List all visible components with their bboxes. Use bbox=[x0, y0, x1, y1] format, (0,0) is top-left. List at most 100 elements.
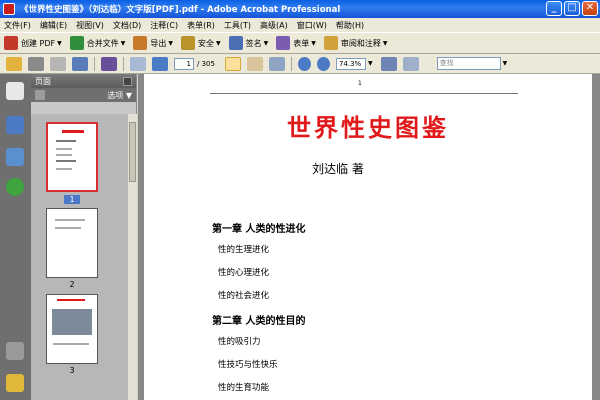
close-panel-icon[interactable] bbox=[123, 76, 132, 86]
chevron-down-icon: ▼ bbox=[263, 39, 269, 47]
chevron-down-icon: ▼ bbox=[216, 39, 221, 47]
acrobat-app-icon[interactable] bbox=[3, 3, 15, 15]
chevron-down-icon: ▼ bbox=[57, 39, 62, 47]
page-thumbnail[interactable] bbox=[46, 208, 98, 278]
section-item: 性技巧与性快乐 bbox=[218, 360, 278, 370]
combine-files-icon bbox=[69, 36, 84, 50]
chapter-heading: 第二章 人类的性目的 bbox=[212, 316, 306, 327]
menu-advanced[interactable]: 高级(A) bbox=[260, 20, 288, 31]
zoom-out-icon[interactable] bbox=[297, 56, 311, 71]
email-icon[interactable] bbox=[72, 56, 88, 71]
window-title: 《世界性史图鉴》（刘达临）文字版[PDF].pdf - Adobe Acroba… bbox=[20, 5, 341, 15]
open-folder-icon[interactable] bbox=[6, 56, 22, 71]
chapter-heading: 第一章 人类的性进化 bbox=[212, 224, 306, 235]
create-pdf-label: 创建 PDF bbox=[21, 38, 56, 48]
title-bar: 《世界性史图鉴》（刘达临）文字版[PDF].pdf - Adobe Acroba… bbox=[0, 0, 600, 18]
trash-icon[interactable] bbox=[35, 90, 45, 100]
menu-view[interactable]: 视图(V) bbox=[76, 20, 104, 31]
page-thumbnail[interactable] bbox=[46, 294, 98, 364]
toolbar-separator bbox=[123, 56, 124, 71]
bookmarks-icon[interactable] bbox=[6, 116, 24, 134]
zoom-level-field[interactable]: 74.3% bbox=[335, 57, 366, 70]
thumbnail-label: 3 bbox=[69, 366, 75, 375]
sign-label: 签名 bbox=[245, 38, 262, 48]
help-icon[interactable] bbox=[6, 178, 24, 196]
zoom-in-icon[interactable] bbox=[316, 56, 330, 71]
page-thumbnail[interactable] bbox=[46, 122, 98, 192]
menu-bar: 文件(F) 编辑(E) 视图(V) 文档(D) 注释(C) 表单(R) 工具(T… bbox=[0, 18, 600, 32]
chevron-down-icon: ▼ bbox=[382, 39, 388, 47]
menu-window[interactable]: 窗口(W) bbox=[297, 20, 327, 31]
scrollbar-thumb[interactable] bbox=[129, 122, 136, 182]
create-pdf-icon bbox=[4, 36, 18, 50]
security-button[interactable]: 安全 ▼ bbox=[181, 36, 221, 50]
attachments-icon[interactable] bbox=[6, 342, 24, 360]
pages-panel-header: 页面 bbox=[31, 74, 136, 88]
toolbar-separator bbox=[94, 56, 95, 71]
section-item: 性的心理进化 bbox=[218, 268, 270, 278]
zoom-tool-icon[interactable] bbox=[268, 56, 285, 71]
pages-icon[interactable] bbox=[6, 82, 24, 100]
thumbnail-list: 1 2 3 bbox=[31, 114, 128, 400]
review-comment-label: 审阅和注释 bbox=[340, 38, 381, 48]
page-header-number: 1 bbox=[358, 80, 362, 87]
previous-page-icon[interactable] bbox=[130, 56, 146, 71]
save-icon[interactable] bbox=[50, 56, 66, 71]
window-controls: _ □ ✕ bbox=[546, 1, 598, 16]
options-label: 选项 bbox=[107, 90, 124, 100]
security-label: 安全 bbox=[198, 38, 215, 48]
combine-files-button[interactable]: 合并文件 ▼ bbox=[69, 36, 126, 50]
export-icon bbox=[133, 36, 148, 50]
menu-edit[interactable]: 编辑(E) bbox=[40, 20, 67, 31]
section-item: 性的社会进化 bbox=[218, 291, 270, 301]
toolbar-separator bbox=[290, 56, 292, 71]
lock-icon bbox=[181, 36, 196, 50]
print-icon[interactable] bbox=[28, 56, 44, 71]
document-viewport[interactable]: 1 世界性史图鉴 刘达临 著 第一章 人类的性进化 性的生理进化 性的心理进化 … bbox=[138, 74, 600, 400]
find-icon[interactable] bbox=[101, 56, 117, 71]
document-author: 刘达临 著 bbox=[312, 162, 364, 176]
menu-comments[interactable]: 注释(C) bbox=[150, 20, 178, 31]
chevron-down-icon: ▼ bbox=[168, 39, 174, 47]
section-item: 性的生育功能 bbox=[218, 383, 270, 393]
hand-tool-icon[interactable] bbox=[246, 56, 263, 71]
menu-tools[interactable]: 工具(T) bbox=[224, 20, 251, 31]
chevron-down-icon[interactable]: ▼ bbox=[368, 60, 373, 67]
signatures-icon[interactable] bbox=[6, 148, 24, 166]
chevron-down-icon[interactable]: ▼ bbox=[503, 60, 508, 67]
thumbnail-label: 2 bbox=[69, 280, 75, 289]
menu-file[interactable]: 文件(F) bbox=[4, 20, 31, 31]
review-comment-button[interactable]: 审阅和注释 ▼ bbox=[323, 36, 388, 50]
thumbnail-scrollbar[interactable] bbox=[128, 114, 137, 400]
select-cursor-icon[interactable] bbox=[224, 56, 241, 71]
forms-label: 表单 bbox=[293, 38, 310, 48]
pages-panel-toolbar: 选项 ▼ bbox=[31, 88, 136, 102]
export-label: 导出 bbox=[150, 38, 167, 48]
close-button[interactable]: ✕ bbox=[582, 1, 598, 16]
menu-help[interactable]: 帮助(H) bbox=[336, 20, 364, 31]
export-button[interactable]: 导出 ▼ bbox=[133, 36, 173, 50]
comments-icon[interactable] bbox=[6, 374, 24, 392]
header-rule bbox=[210, 93, 518, 94]
document-title: 世界性史图鉴 bbox=[287, 113, 449, 142]
chevron-down-icon: ▼ bbox=[120, 39, 126, 47]
create-pdf-button[interactable]: 创建 PDF ▼ bbox=[4, 36, 62, 50]
maximize-button[interactable]: □ bbox=[564, 1, 580, 16]
pen-icon bbox=[228, 36, 243, 50]
menu-forms[interactable]: 表单(R) bbox=[187, 20, 215, 31]
options-menu[interactable]: 选项 ▼ bbox=[107, 90, 132, 101]
search-input[interactable]: 查找 bbox=[436, 57, 501, 70]
section-item: 性的吸引力 bbox=[218, 337, 261, 347]
menu-document[interactable]: 文档(D) bbox=[113, 20, 141, 31]
page-number-input[interactable]: 1 bbox=[174, 57, 194, 70]
navigation-pane-tabs bbox=[0, 74, 31, 400]
next-page-icon[interactable] bbox=[152, 56, 168, 71]
fit-width-icon[interactable] bbox=[402, 56, 419, 71]
pages-panel-title: 页面 bbox=[35, 76, 51, 86]
pages-panel: 页面 选项 ▼ 1 2 3 bbox=[31, 74, 137, 400]
fit-page-icon[interactable] bbox=[380, 56, 397, 71]
review-icon bbox=[323, 36, 338, 50]
sign-button[interactable]: 签名 ▼ bbox=[228, 36, 269, 50]
minimize-button[interactable]: _ bbox=[546, 1, 562, 16]
forms-button[interactable]: 表单 ▼ bbox=[276, 36, 316, 50]
